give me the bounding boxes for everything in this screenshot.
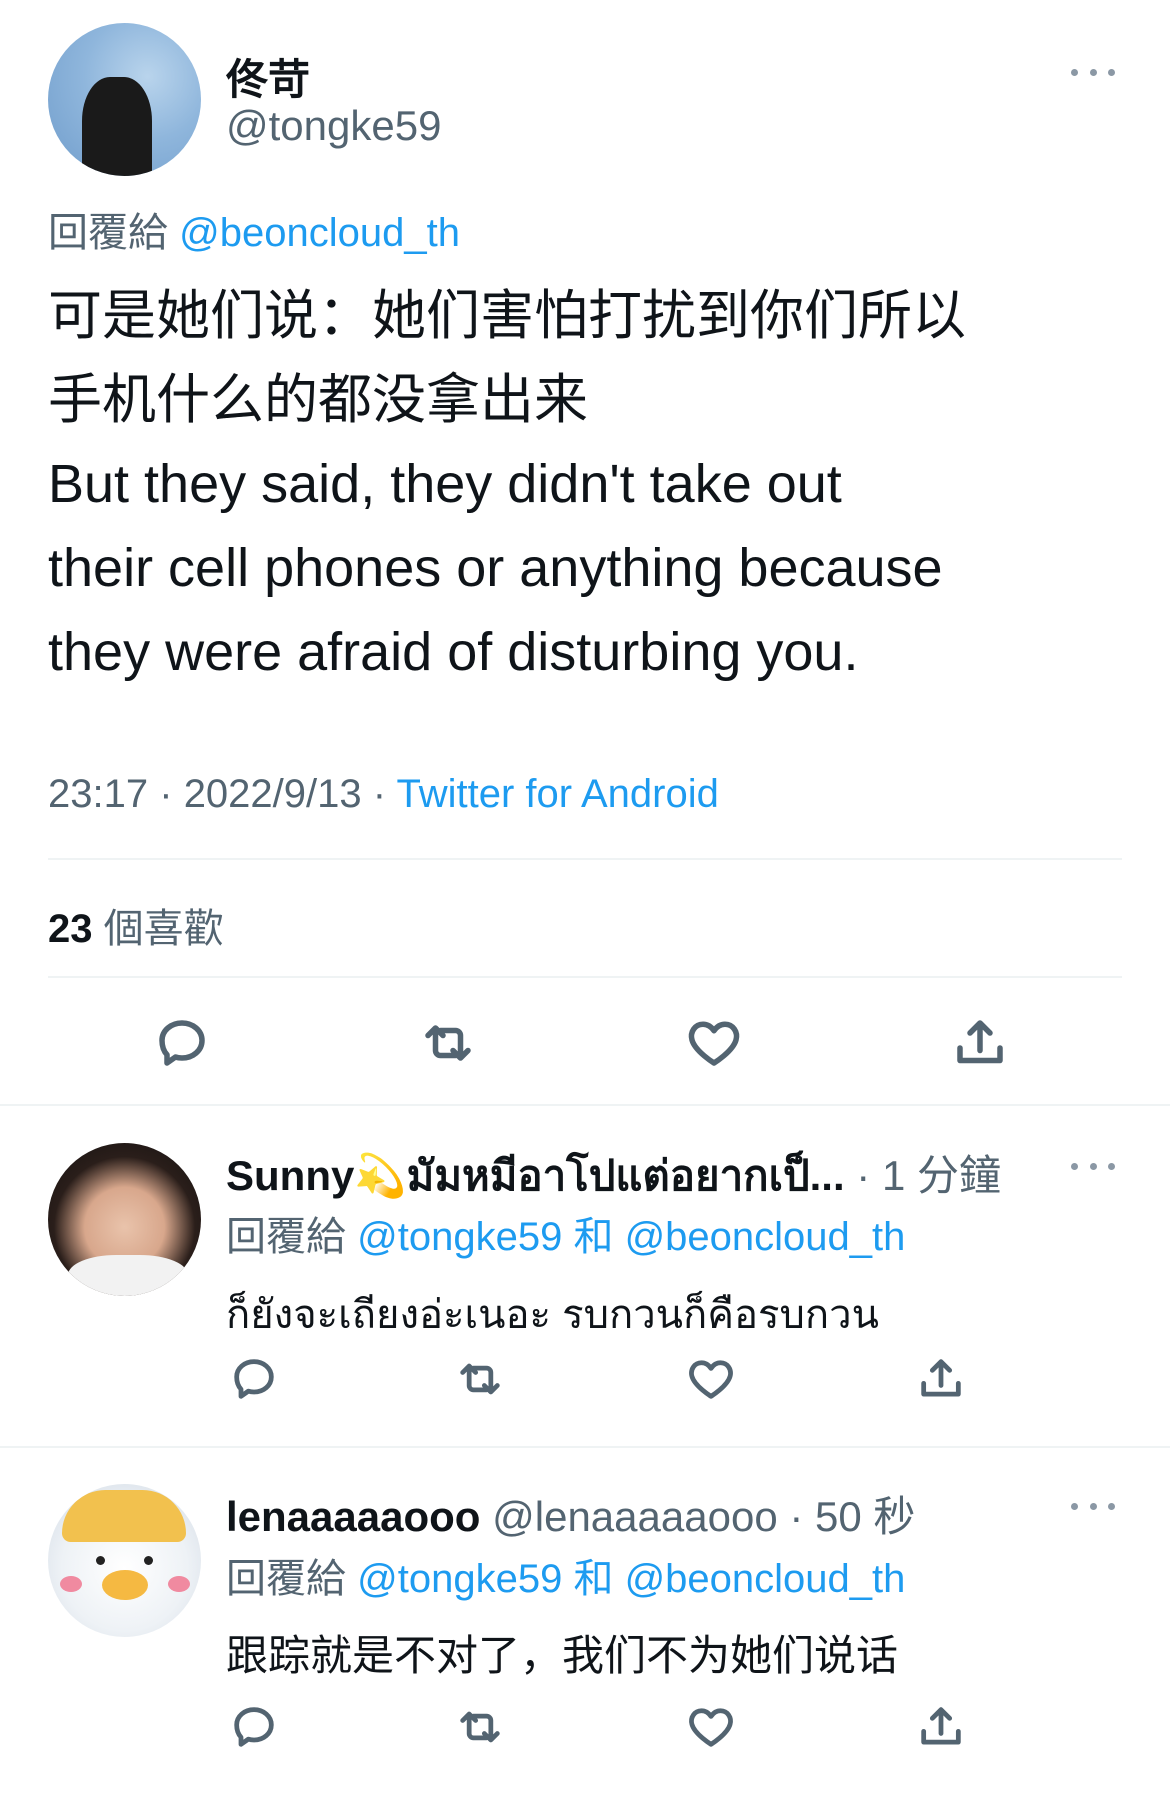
heart-icon[interactable] bbox=[678, 1013, 750, 1073]
reply-prefix: 回覆給 bbox=[48, 211, 168, 255]
avatar-eye bbox=[144, 1556, 153, 1565]
tweet-text-line: But they said, they didn't take out bbox=[48, 454, 842, 514]
share-icon[interactable] bbox=[911, 1700, 971, 1754]
avatar-beak bbox=[102, 1570, 148, 1600]
share-icon[interactable] bbox=[944, 1013, 1016, 1073]
tweet-text-line: 手机什么的都没拿出来 bbox=[48, 370, 588, 430]
tweet-date[interactable]: 2022/9/13 bbox=[184, 772, 362, 816]
reply-avatar[interactable] bbox=[48, 1143, 201, 1296]
tweet-text-line: they were afraid of disturbing you. bbox=[48, 622, 859, 682]
author-handle[interactable]: @tongke59 bbox=[226, 102, 441, 150]
reply-conjunction: 和 bbox=[573, 1557, 614, 1601]
reply-author-name[interactable]: lenaaaaaooo bbox=[226, 1493, 480, 1540]
reply-author-name[interactable]: Sunny💫มัมหมีอาโปแต่อยากเป็... bbox=[226, 1152, 845, 1199]
tweet-text: 可是她们说：她们害怕打扰到你们所以 手机什么的都没拿出来 But they sa… bbox=[48, 274, 966, 694]
reply-avatar[interactable] bbox=[48, 1484, 201, 1637]
divider bbox=[0, 1446, 1170, 1448]
tweet-meta: 23:17 · 2022/9/13 · Twitter for Android bbox=[48, 772, 719, 817]
retweet-icon[interactable] bbox=[450, 1700, 510, 1754]
reply-context: 回覆給 @tongke59 和 @beoncloud_th bbox=[226, 1546, 905, 1604]
reply-conjunction: 和 bbox=[573, 1215, 614, 1259]
reply-context: 回覆給 @tongke59 和 @beoncloud_th bbox=[226, 1204, 905, 1262]
reply-icon[interactable] bbox=[146, 1013, 218, 1073]
reply-to-mention[interactable]: @tongke59 bbox=[357, 1215, 562, 1259]
more-icon[interactable] bbox=[1071, 66, 1115, 78]
reply-prefix: 回覆給 bbox=[226, 1215, 346, 1259]
divider bbox=[48, 976, 1122, 978]
retweet-icon[interactable] bbox=[412, 1013, 484, 1073]
tweet-text-line: 可是她们说：她们害怕打扰到你们所以 bbox=[48, 286, 966, 346]
reply-prefix: 回覆給 bbox=[226, 1557, 346, 1601]
share-icon[interactable] bbox=[911, 1352, 971, 1406]
reply-context: 回覆給 @beoncloud_th bbox=[48, 200, 460, 258]
tweet-source[interactable]: Twitter for Android bbox=[396, 772, 718, 816]
author-name[interactable]: 佟苛 bbox=[226, 46, 310, 107]
meta-separator: · bbox=[372, 772, 387, 816]
likes-label: 個喜歡 bbox=[103, 907, 224, 951]
reply-text: 跟踪就是不对了，我们不为她们说话 bbox=[226, 1632, 899, 1679]
reply-text: ก็ยังจะเถียงอ่ะเนอะ รบกวนก็คือรบกวน bbox=[226, 1293, 879, 1337]
tweet-text-line: their cell phones or anything because bbox=[48, 538, 943, 598]
more-icon[interactable] bbox=[1071, 1500, 1115, 1512]
reply-time[interactable]: · 1 分鐘 bbox=[856, 1152, 1001, 1199]
avatar-clothing bbox=[68, 1255, 188, 1296]
likes-count: 23 bbox=[48, 907, 93, 951]
likes-summary[interactable]: 23 個喜歡 bbox=[48, 896, 224, 954]
retweet-icon[interactable] bbox=[450, 1352, 510, 1406]
reply-to-mention[interactable]: @beoncloud_th bbox=[625, 1215, 906, 1259]
heart-icon[interactable] bbox=[681, 1700, 741, 1754]
tweet-time: 23:17 bbox=[48, 772, 149, 816]
reply-to-mention[interactable]: @beoncloud_th bbox=[625, 1557, 906, 1601]
reply-header: Sunny💫มัมหมีอาโปแต่อยากเป็... · 1 分鐘 bbox=[226, 1142, 1001, 1209]
reply-time[interactable]: · 50 秒 bbox=[789, 1493, 915, 1540]
avatar-hat bbox=[62, 1490, 186, 1542]
reply-icon[interactable] bbox=[224, 1352, 284, 1406]
reply-to-mention[interactable]: @tongke59 bbox=[357, 1557, 562, 1601]
author-avatar[interactable] bbox=[48, 23, 201, 176]
more-icon[interactable] bbox=[1071, 1160, 1115, 1172]
avatar-eye bbox=[96, 1556, 105, 1565]
meta-separator: · bbox=[159, 772, 173, 816]
reply-header: lenaaaaaooo @lenaaaaaooo · 50 秒 bbox=[226, 1483, 915, 1544]
avatar-cheek bbox=[60, 1576, 82, 1592]
avatar-cheek bbox=[168, 1576, 190, 1592]
heart-icon[interactable] bbox=[681, 1352, 741, 1406]
avatar-silhouette bbox=[82, 77, 152, 176]
reply-to-mention[interactable]: @beoncloud_th bbox=[179, 211, 460, 255]
reply-icon[interactable] bbox=[224, 1700, 284, 1754]
reply-author-handle[interactable]: @lenaaaaaooo bbox=[492, 1493, 778, 1540]
divider bbox=[48, 858, 1122, 860]
divider bbox=[0, 1104, 1170, 1106]
